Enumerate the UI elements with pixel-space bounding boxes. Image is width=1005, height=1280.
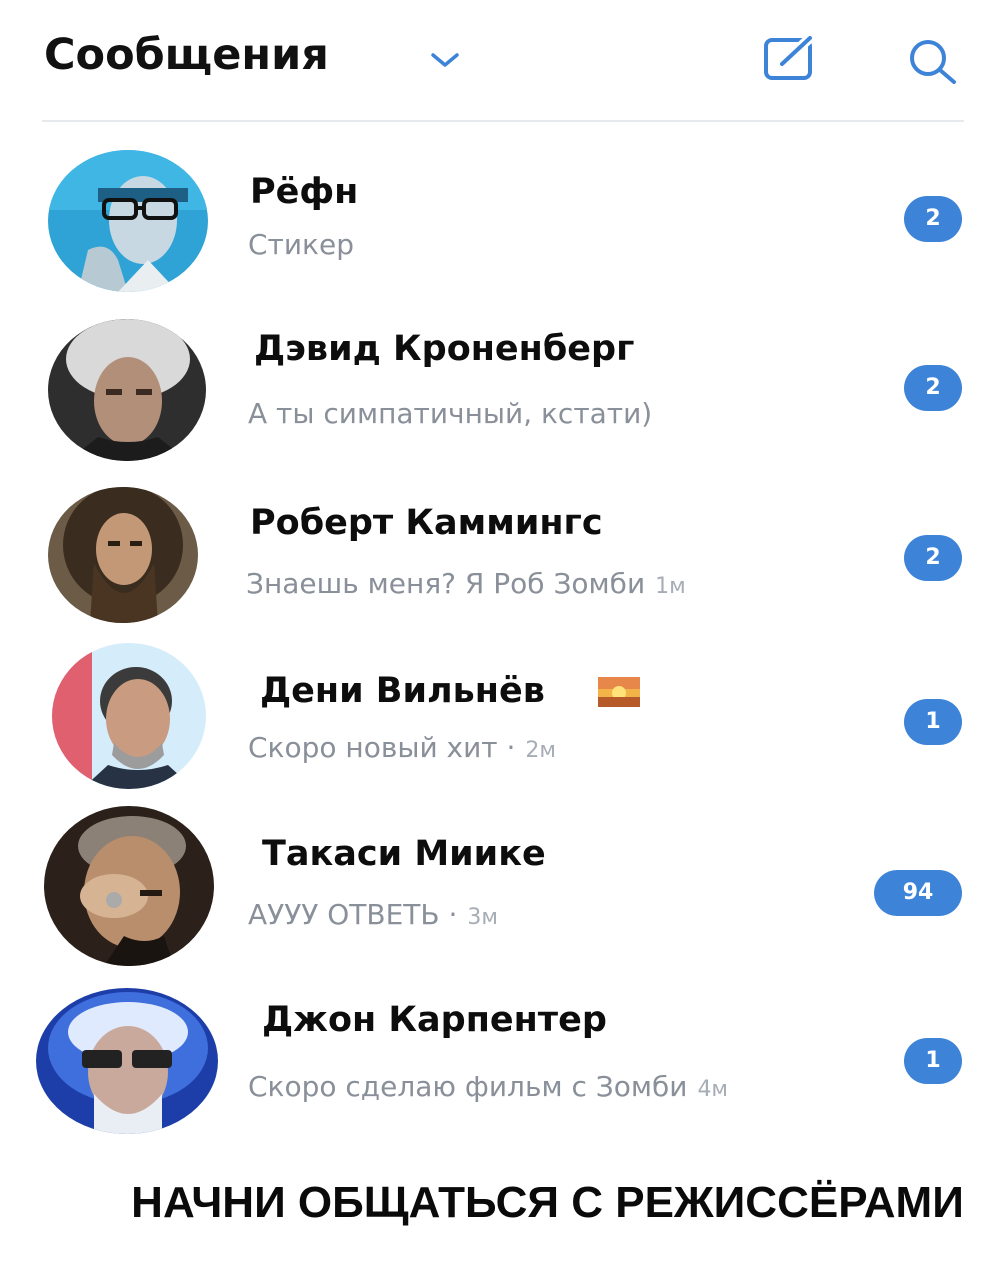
- contact-name: Роберт Каммингс: [250, 503, 603, 543]
- avatar: [52, 643, 206, 789]
- message-preview: Скоро сделаю фильм с Зомби 4м: [248, 1070, 728, 1103]
- compose-icon[interactable]: [760, 34, 824, 82]
- message-preview: Знаешь меня? Я Роб Зомби 1м: [246, 567, 686, 600]
- preview-text: А ты симпатичный, кстати): [248, 397, 653, 430]
- unread-badge: 2: [904, 196, 962, 242]
- conversation-item[interactable]: Рёфн Стикер 2: [0, 140, 1005, 300]
- contact-name: Дени Вильнёв: [260, 671, 545, 711]
- avatar: [44, 806, 214, 966]
- message-preview: Стикер: [248, 228, 354, 261]
- preview-text: Стикер: [248, 228, 354, 261]
- message-time: 1м: [655, 574, 686, 599]
- avatar: [48, 487, 198, 623]
- contact-name: Джон Карпентер: [262, 1000, 607, 1040]
- contact-name: Рёфн: [250, 172, 359, 212]
- preview-text: Скоро сделаю фильм с Зомби: [248, 1070, 688, 1103]
- page-title[interactable]: Сообщения: [44, 30, 329, 80]
- unread-badge: 94: [874, 870, 962, 916]
- preview-text: Знаешь меня? Я Роб Зомби: [246, 567, 646, 600]
- unread-badge: 1: [904, 699, 962, 745]
- avatar: [48, 319, 206, 461]
- conversation-item[interactable]: Джон Карпентер Скоро сделаю фильм с Зомб…: [0, 980, 1005, 1140]
- search-icon[interactable]: [902, 36, 966, 84]
- message-preview: А ты симпатичный, кстати): [248, 397, 652, 430]
- preview-text: Скоро новый хит ·: [248, 731, 516, 764]
- unread-badge: 1: [904, 1038, 962, 1084]
- chevron-down-icon[interactable]: [428, 50, 462, 70]
- message-time: 4м: [697, 1077, 729, 1102]
- conversation-item[interactable]: Роберт Каммингс Знаешь меня? Я Роб Зомби…: [0, 475, 1005, 635]
- avatar: [48, 150, 208, 292]
- unread-badge: 2: [904, 535, 962, 581]
- avatar: [36, 988, 218, 1134]
- conversation-item[interactable]: Дэвид Кроненберг А ты симпатичный, кстат…: [0, 305, 1005, 465]
- conversation-item[interactable]: Дени Вильнёв Скоро новый хит · 2м 1: [0, 635, 1005, 795]
- contact-name: Дэвид Кроненберг: [254, 329, 635, 369]
- caption: НАЧНИ ОБЩАТЬСЯ С РЕЖИССЁРАМИ: [131, 1178, 964, 1227]
- message-preview: Скоро новый хит · 2м: [248, 731, 556, 764]
- messages-header: Сообщения: [0, 0, 1005, 122]
- message-preview: АУУУ ОТВЕТЬ · 3м: [248, 898, 498, 931]
- unread-badge: 2: [904, 365, 962, 411]
- preview-text: АУУУ ОТВЕТЬ ·: [248, 898, 458, 931]
- header-divider: [42, 120, 964, 122]
- conversation-item[interactable]: Такаси Миике АУУУ ОТВЕТЬ · 3м 94: [0, 800, 1005, 966]
- sunset-image-icon: [598, 677, 640, 707]
- message-time: 2м: [525, 738, 557, 763]
- contact-name: Такаси Миике: [262, 834, 546, 874]
- message-time: 3м: [467, 905, 498, 930]
